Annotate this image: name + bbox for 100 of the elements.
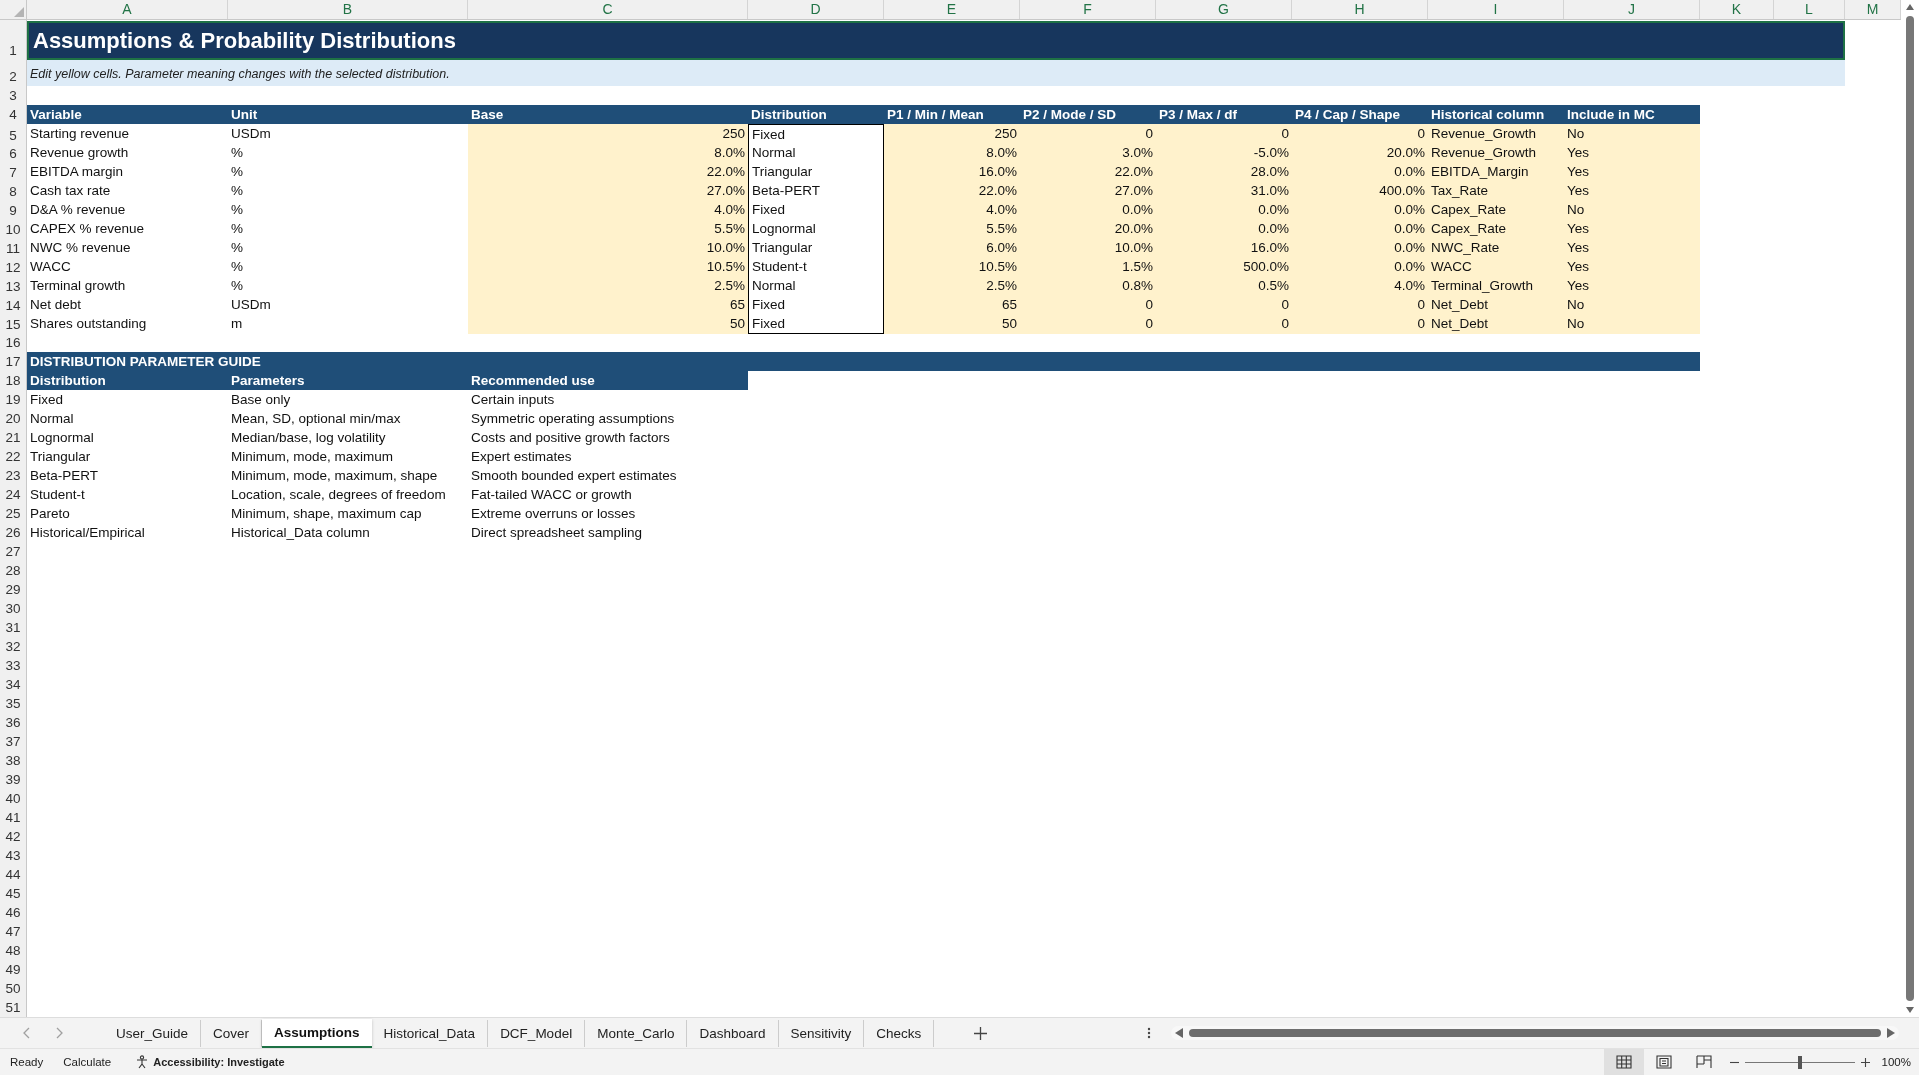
column-heading: Base <box>468 105 748 124</box>
table-cell: 0.0% <box>1020 200 1156 220</box>
row-header[interactable]: 35 <box>0 694 27 713</box>
column-heading: Historical column <box>1428 105 1564 124</box>
row-header[interactable]: 49 <box>0 960 27 979</box>
row-header[interactable]: 18 <box>0 371 27 390</box>
row-header[interactable]: 5 <box>0 124 27 145</box>
table-cell: 8.0% <box>468 143 748 163</box>
row-header[interactable]: 31 <box>0 618 27 637</box>
row-header[interactable]: 33 <box>0 656 27 675</box>
scroll-up-icon[interactable] <box>1906 4 1914 10</box>
table-cell: Triangular <box>748 238 884 258</box>
scroll-down-icon[interactable] <box>1906 1007 1914 1013</box>
row-header[interactable]: 29 <box>0 580 27 599</box>
column-header[interactable]: A <box>27 0 228 19</box>
row-header[interactable]: 39 <box>0 770 27 789</box>
sheet-tab[interactable]: DCF_Model <box>488 1019 586 1047</box>
row-header[interactable]: 9 <box>0 200 27 220</box>
row-header[interactable]: 6 <box>0 143 27 163</box>
table-cell-text: Extreme overruns or losses <box>470 505 637 523</box>
row-header[interactable]: 40 <box>0 789 27 808</box>
row-header[interactable]: 22 <box>0 447 27 466</box>
column-header[interactable]: K <box>1700 0 1774 19</box>
table-cell-text: Fat-tailed WACC or growth <box>470 486 633 504</box>
row-header[interactable]: 37 <box>0 732 27 751</box>
sheet-tab[interactable]: Assumptions <box>262 1018 372 1048</box>
row-header[interactable]: 47 <box>0 922 27 941</box>
row-header[interactable]: 8 <box>0 181 27 201</box>
row-header[interactable]: 24 <box>0 485 27 504</box>
sheet-tab[interactable]: Monte_Carlo <box>585 1019 688 1047</box>
row-header[interactable]: 48 <box>0 941 27 960</box>
column-header[interactable]: I <box>1428 0 1564 19</box>
sheet-tab[interactable]: Historical_Data <box>371 1019 489 1047</box>
row-header[interactable]: 25 <box>0 504 27 523</box>
row-header[interactable]: 28 <box>0 561 27 580</box>
sheet-tab[interactable]: Sensitivity <box>778 1019 865 1047</box>
row-header[interactable]: 2 <box>0 60 27 86</box>
sheet-tab[interactable]: Checks <box>864 1019 935 1047</box>
column-header[interactable]: J <box>1564 0 1700 19</box>
column-heading: Variable <box>27 105 228 124</box>
row-header[interactable]: 21 <box>0 428 27 447</box>
row-header[interactable]: 13 <box>0 276 27 296</box>
row-header[interactable]: 4 <box>0 105 27 124</box>
row-header[interactable]: 44 <box>0 865 27 884</box>
table-cell-text: Minimum, shape, maximum cap <box>230 505 423 523</box>
table-cell-text: Beta-PERT <box>29 467 100 485</box>
column-header[interactable]: C <box>468 0 748 19</box>
row-header[interactable]: 20 <box>0 409 27 428</box>
row-header[interactable]: 50 <box>0 979 27 998</box>
column-header[interactable]: F <box>1020 0 1156 19</box>
add-sheet-icon[interactable] <box>974 1026 988 1040</box>
normal-view-button[interactable] <box>1603 1049 1644 1075</box>
table-cell: 6.0% <box>884 238 1020 258</box>
row-header[interactable]: 15 <box>0 314 27 334</box>
row-header[interactable]: 19 <box>0 390 27 409</box>
row-header[interactable]: 43 <box>0 846 27 865</box>
zoom-level[interactable]: 100% <box>1881 1056 1911 1068</box>
sheet-tab[interactable]: User_Guide <box>104 1019 202 1047</box>
column-header[interactable]: E <box>884 0 1020 19</box>
column-header[interactable]: G <box>1156 0 1292 19</box>
table-cell: 0.0% <box>1292 219 1428 239</box>
column-header[interactable]: B <box>228 0 468 19</box>
table-cell: 2.5% <box>884 276 1020 296</box>
row-header[interactable]: 14 <box>0 295 27 315</box>
row-header[interactable]: 38 <box>0 751 27 770</box>
row-header[interactable]: 32 <box>0 637 27 656</box>
row-header[interactable]: 36 <box>0 713 27 732</box>
table-cell: Normal <box>748 143 884 163</box>
row-header[interactable]: 46 <box>0 903 27 922</box>
row-header[interactable]: 51 <box>0 998 27 1017</box>
row-header[interactable]: 23 <box>0 466 27 485</box>
scroll-left-icon[interactable] <box>1175 1028 1183 1038</box>
row-header[interactable]: 26 <box>0 523 27 542</box>
column-header[interactable]: H <box>1292 0 1428 19</box>
horizontal-scrollbar[interactable] <box>1171 1026 1899 1040</box>
row-header[interactable]: 34 <box>0 675 27 694</box>
sheet-tab[interactable]: Dashboard <box>687 1019 779 1047</box>
section-heading: DISTRIBUTION PARAMETER GUIDE <box>27 352 1700 371</box>
column-header[interactable]: L <box>1774 0 1845 19</box>
row-header[interactable]: 45 <box>0 884 27 903</box>
row-header[interactable]: 27 <box>0 542 27 561</box>
row-header[interactable]: 3 <box>0 86 27 105</box>
row-header[interactable]: 7 <box>0 162 27 182</box>
row-header[interactable]: 42 <box>0 827 27 846</box>
row-header[interactable]: 12 <box>0 257 27 277</box>
row-header[interactable]: 1 <box>0 20 27 60</box>
scroll-right-icon[interactable] <box>1887 1028 1895 1038</box>
column-header[interactable]: D <box>748 0 884 19</box>
accessibility-icon[interactable] <box>135 1055 150 1069</box>
accessibility-status[interactable]: Accessibility: Investigate <box>153 1056 285 1068</box>
row-header[interactable]: 17 <box>0 352 27 371</box>
row-header[interactable]: 11 <box>0 238 27 258</box>
zoom-in-icon[interactable] <box>1860 1057 1870 1067</box>
table-cell: No <box>1564 314 1700 334</box>
more-options-icon[interactable] <box>1147 1027 1151 1039</box>
table-cell: 20.0% <box>1020 219 1156 239</box>
row-header[interactable]: 10 <box>0 219 27 239</box>
row-header[interactable]: 30 <box>0 599 27 618</box>
row-header[interactable]: 16 <box>0 333 27 352</box>
row-header[interactable]: 41 <box>0 808 27 827</box>
